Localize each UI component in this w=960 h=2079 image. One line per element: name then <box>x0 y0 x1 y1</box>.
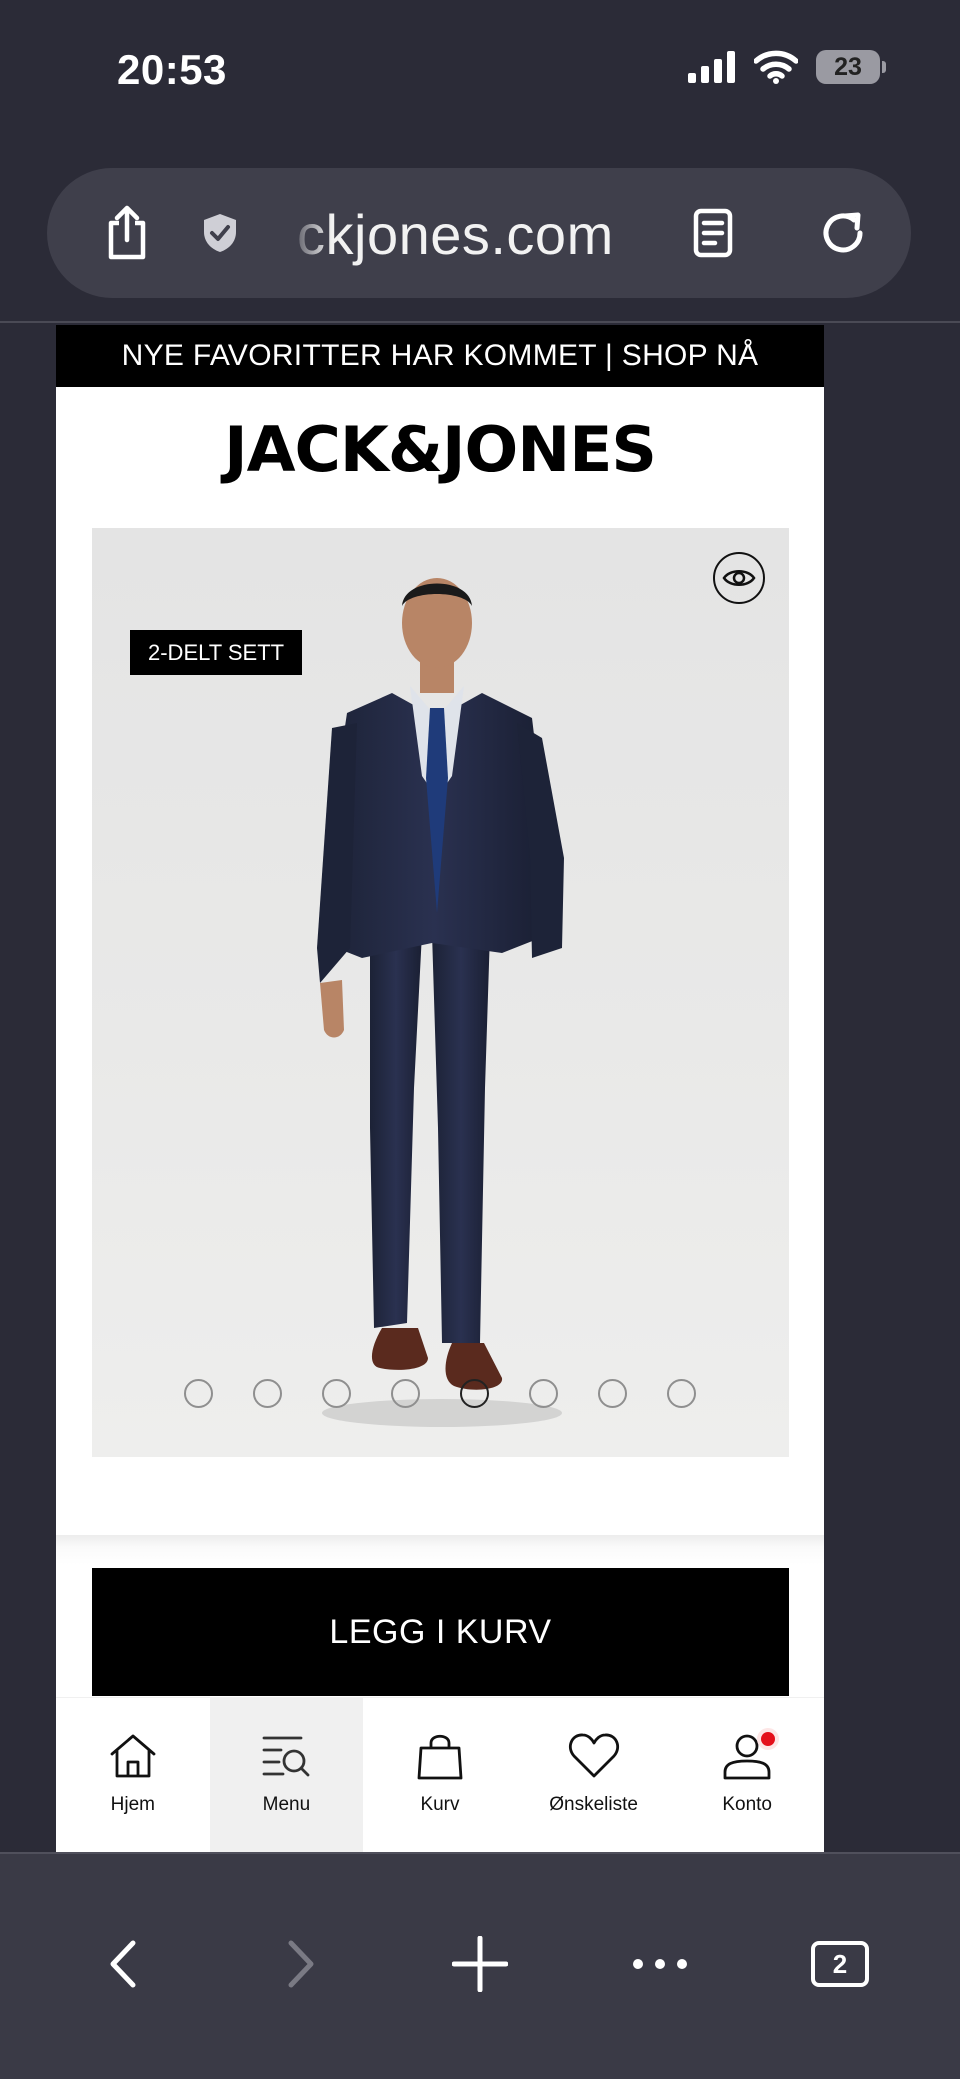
nav-item-menu[interactable]: Menu <box>209 1698 364 1852</box>
quick-view-button[interactable] <box>713 552 765 604</box>
more-icon <box>633 1959 687 1969</box>
tabs-count: 2 <box>811 1941 869 1987</box>
share-icon <box>108 205 146 260</box>
carousel-dot[interactable] <box>391 1379 420 1408</box>
carousel-dot[interactable] <box>529 1379 558 1408</box>
shield-check-icon <box>204 214 236 252</box>
browser-bottom-toolbar: 2 <box>0 1852 960 2079</box>
nav-label-menu: Menu <box>262 1794 311 1815</box>
reader-mode-button[interactable] <box>681 201 745 265</box>
carousel-dot[interactable] <box>184 1379 213 1408</box>
wifi-icon <box>754 50 798 84</box>
home-icon <box>110 1734 156 1778</box>
section-divider <box>56 1535 824 1565</box>
signal-icon <box>688 51 735 83</box>
battery-level: 23 <box>834 52 862 81</box>
status-time: 20:53 <box>117 46 227 93</box>
carousel-dot[interactable] <box>322 1379 351 1408</box>
site-bottom-nav: Hjem Menu Kurv Ønskeliste Konto <box>56 1697 824 1852</box>
bag-icon <box>417 1734 463 1780</box>
notification-dot <box>757 1728 780 1750</box>
status-bar: 20:53 23 <box>0 0 960 140</box>
add-to-cart-button[interactable]: LEGG I KURV <box>92 1568 789 1696</box>
nav-label-wishlist: Ønskeliste <box>549 1794 638 1815</box>
carousel-dot[interactable] <box>667 1379 696 1408</box>
tabs-button[interactable]: 2 <box>800 1924 880 2004</box>
nav-label-home: Hjem <box>110 1794 155 1815</box>
battery-indicator: 23 <box>816 50 886 84</box>
carousel-dot[interactable] <box>253 1379 282 1408</box>
privacy-shield[interactable] <box>188 201 252 265</box>
chevron-right-icon <box>288 1940 314 1988</box>
reload-button[interactable] <box>811 201 875 265</box>
url-fade <box>287 198 332 268</box>
brand-logo[interactable]: JACK&JONES <box>56 413 824 486</box>
plus-icon <box>452 1936 508 1992</box>
product-image[interactable]: 2-DELT SETT <box>92 528 789 1457</box>
forward-button[interactable] <box>262 1924 342 2004</box>
share-button[interactable] <box>95 201 159 265</box>
nav-item-home[interactable]: Hjem <box>56 1698 210 1852</box>
nav-item-wishlist[interactable]: Ønskeliste <box>517 1698 671 1852</box>
browser-top-chrome: ckjones.com <box>0 140 960 323</box>
chevron-left-icon <box>110 1940 136 1988</box>
nav-label-account: Konto <box>722 1794 772 1815</box>
nav-item-account[interactable]: Konto <box>670 1698 824 1852</box>
back-button[interactable] <box>82 1924 162 2004</box>
eye-icon <box>722 570 756 586</box>
carousel-dots <box>184 1379 696 1408</box>
nav-label-cart: Kurv <box>420 1794 460 1815</box>
menu-search-icon <box>262 1736 310 1777</box>
reload-icon <box>823 212 863 253</box>
web-page: NYE FAVORITTER HAR KOMMET | SHOP NÅ JACK… <box>56 325 824 1852</box>
nav-item-cart[interactable]: Kurv <box>363 1698 517 1852</box>
product-badge: 2-DELT SETT <box>130 630 303 675</box>
url-text: ckjones.com <box>297 203 614 266</box>
address-bar[interactable]: ckjones.com <box>47 168 911 298</box>
carousel-dot-active[interactable] <box>460 1379 489 1408</box>
reader-icon <box>693 208 733 258</box>
more-button[interactable] <box>620 1924 700 2004</box>
new-tab-button[interactable] <box>440 1924 520 2004</box>
promo-banner[interactable]: NYE FAVORITTER HAR KOMMET | SHOP NÅ <box>56 325 824 387</box>
carousel-dot[interactable] <box>598 1379 627 1408</box>
status-icons: 23 <box>688 50 886 84</box>
heart-icon <box>568 1733 619 1778</box>
